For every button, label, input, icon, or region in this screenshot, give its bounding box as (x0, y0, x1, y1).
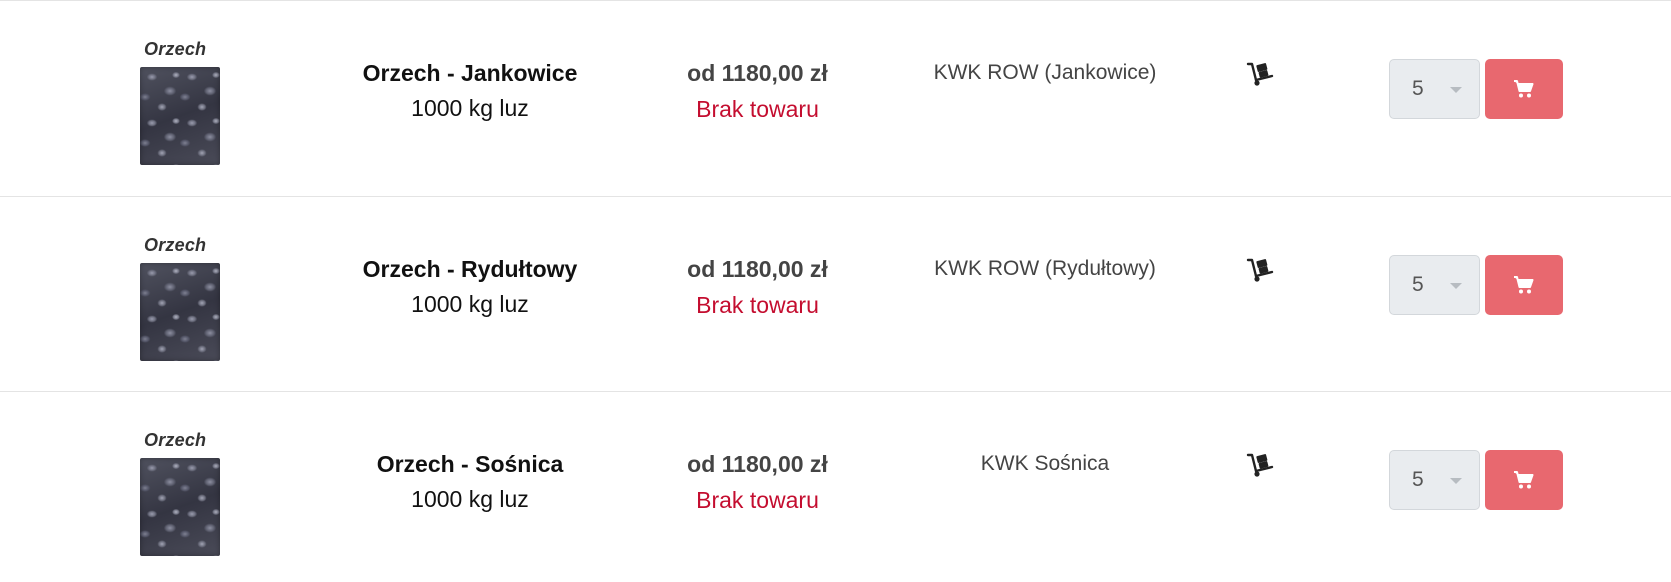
thumbnail-label: Orzech (144, 235, 207, 255)
shopping-cart-icon (1514, 471, 1534, 489)
thumbnail-label: Orzech (144, 39, 207, 59)
product-name[interactable]: Orzech - Rydułtowy (330, 252, 610, 286)
quantity-value: 5 (1412, 273, 1424, 296)
coal-image[interactable] (140, 67, 220, 165)
coal-image[interactable] (140, 263, 220, 361)
product-row: Orzech Orzech - Rydułtowy 1000 kg luz od… (0, 196, 1671, 391)
product-unit: 1000 kg luz (411, 291, 529, 317)
quantity-value: 5 (1412, 77, 1424, 100)
chevron-down-icon (1450, 478, 1462, 484)
quantity-value: 5 (1412, 468, 1424, 491)
stock-status: Brak towaru (696, 96, 819, 122)
add-to-cart-button[interactable] (1485, 255, 1563, 315)
stock-status: Brak towaru (696, 292, 819, 318)
price-info: od 1180,00 zł Brak towaru (640, 252, 875, 324)
add-to-cart-button[interactable] (1485, 450, 1563, 510)
product-row: Orzech Orzech - Jankowice 1000 kg luz od… (0, 0, 1671, 195)
stock-status: Brak towaru (696, 487, 819, 513)
hand-truck-icon (1246, 62, 1274, 86)
product-unit: 1000 kg luz (411, 486, 529, 512)
quantity-select[interactable]: 5 (1389, 450, 1480, 510)
coal-image[interactable] (140, 458, 220, 556)
chevron-down-icon (1450, 87, 1462, 93)
product-info: Orzech - Jankowice 1000 kg luz (330, 56, 610, 126)
product-row: Orzech Orzech - Sośnica 1000 kg luz od 1… (0, 391, 1671, 582)
product-origin: KWK ROW (Rydułtowy) (934, 257, 1156, 280)
quantity-select[interactable]: 5 (1389, 59, 1480, 119)
add-to-cart-button[interactable] (1485, 59, 1563, 119)
product-price: od 1180,00 zł (687, 256, 828, 282)
product-name[interactable]: Orzech - Sośnica (330, 447, 610, 481)
shopping-cart-icon (1514, 276, 1534, 294)
product-thumbnail[interactable]: Orzech (140, 235, 226, 361)
thumbnail-label: Orzech (144, 430, 207, 450)
product-price: od 1180,00 zł (687, 451, 828, 477)
price-info: od 1180,00 zł Brak towaru (640, 56, 875, 128)
product-info: Orzech - Sośnica 1000 kg luz (330, 447, 610, 517)
product-thumbnail[interactable]: Orzech (140, 430, 226, 556)
chevron-down-icon (1450, 283, 1462, 289)
quantity-select[interactable]: 5 (1389, 255, 1480, 315)
product-unit: 1000 kg luz (411, 95, 529, 121)
hand-truck-icon (1246, 453, 1274, 477)
product-info: Orzech - Rydułtowy 1000 kg luz (330, 252, 610, 322)
product-origin: KWK ROW (Jankowice) (933, 61, 1157, 84)
shopping-cart-icon (1514, 80, 1534, 98)
price-info: od 1180,00 zł Brak towaru (640, 447, 875, 519)
product-thumbnail[interactable]: Orzech (140, 39, 226, 165)
hand-truck-icon (1246, 258, 1274, 282)
product-price: od 1180,00 zł (687, 60, 828, 86)
product-list: Orzech Orzech - Jankowice 1000 kg luz od… (0, 0, 1671, 582)
product-origin: KWK Sośnica (980, 452, 1110, 475)
product-name[interactable]: Orzech - Jankowice (330, 56, 610, 90)
